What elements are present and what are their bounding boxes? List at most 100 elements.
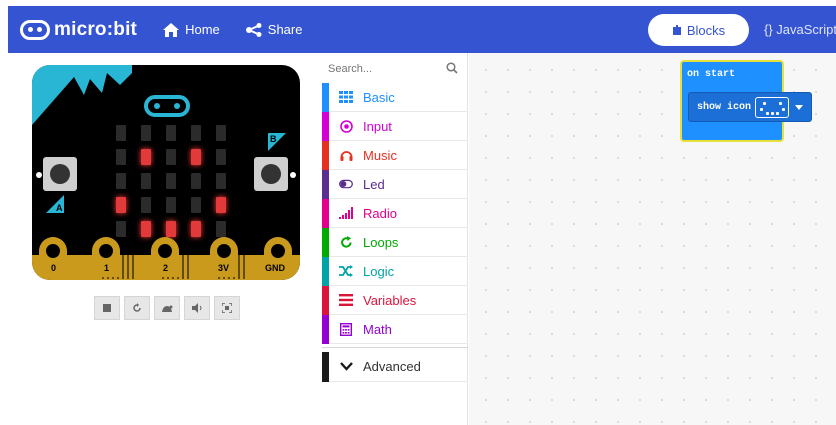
led-pixel xyxy=(191,149,201,165)
on-start-label: on start xyxy=(687,69,736,80)
category-input[interactable]: Input xyxy=(322,112,468,141)
microbit-board: A B 0 1 2 3V GND xyxy=(32,65,300,280)
led-pixel xyxy=(216,173,226,189)
category-label: Input xyxy=(363,119,392,134)
led-pixel xyxy=(166,221,176,237)
button-a[interactable] xyxy=(43,157,77,191)
category-label: Basic xyxy=(363,90,395,105)
led-pixel xyxy=(116,149,126,165)
top-bar: micro:bit Home Share Blocks {} JavaScrip… xyxy=(8,6,836,53)
category-led[interactable]: Led xyxy=(322,170,468,199)
category-label: Loops xyxy=(363,235,399,250)
category-label: Logic xyxy=(363,264,395,279)
category-variables[interactable]: Variables xyxy=(322,286,468,315)
button-a-marker: A xyxy=(46,195,64,213)
slowmo-button[interactable] xyxy=(154,296,180,320)
grid-icon xyxy=(339,90,353,104)
share-icon xyxy=(245,22,262,37)
home-icon xyxy=(163,22,180,37)
led-pixel xyxy=(141,173,151,189)
toggle-icon xyxy=(339,177,353,191)
category-label: Math xyxy=(363,322,392,337)
category-music[interactable]: Music xyxy=(322,141,468,170)
category-color-bar xyxy=(322,170,329,199)
show-icon-block[interactable]: show icon xyxy=(688,92,812,122)
category-color-bar xyxy=(322,315,329,344)
mute-button[interactable] xyxy=(184,296,210,320)
category-basic[interactable]: Basic xyxy=(322,83,468,112)
tab-javascript[interactable]: {} JavaScript xyxy=(764,22,836,37)
fullscreen-icon xyxy=(222,303,232,313)
toolbox: Basic Input Music Led Radio Loops Logic Variabl… xyxy=(322,53,468,425)
category-advanced[interactable]: Advanced xyxy=(322,352,468,382)
led-pixel xyxy=(166,173,176,189)
stop-button[interactable] xyxy=(94,296,120,320)
home-button[interactable]: Home xyxy=(163,22,220,37)
icon-picker[interactable] xyxy=(755,97,789,118)
microbit-simulator: A B 0 1 2 3V GND xyxy=(32,65,300,285)
led-pixel xyxy=(216,221,226,237)
category-color-bar xyxy=(322,83,329,112)
tab-blocks[interactable]: Blocks xyxy=(648,14,749,46)
led-pixel xyxy=(116,221,126,237)
button-a-label: A xyxy=(56,203,63,213)
pin-label: 1 xyxy=(104,263,110,273)
edge-dot xyxy=(290,172,296,178)
pin-label: GND xyxy=(265,263,285,273)
led-pixel xyxy=(166,125,176,141)
calculator-icon xyxy=(339,322,353,336)
makecode-editor: micro:bit Home Share Blocks {} JavaScrip… xyxy=(0,0,836,425)
led-pixel xyxy=(191,197,201,213)
home-label: Home xyxy=(185,22,220,37)
led-pixel xyxy=(216,125,226,141)
advanced-separator xyxy=(322,347,468,348)
category-color-bar xyxy=(322,228,329,257)
restart-button[interactable] xyxy=(124,296,150,320)
category-color-bar xyxy=(322,199,329,228)
led-pixel xyxy=(141,221,151,237)
share-button[interactable]: Share xyxy=(245,22,303,37)
led-pixel xyxy=(191,173,201,189)
button-b-marker: B xyxy=(268,133,286,151)
puzzle-piece-icon xyxy=(672,25,681,35)
edge-dot xyxy=(36,172,42,178)
led-pixel xyxy=(116,197,126,213)
category-color-bar xyxy=(322,352,329,382)
pin-label: 3V xyxy=(218,263,230,273)
led-pixel xyxy=(216,197,226,213)
led-pixel xyxy=(116,125,126,141)
radio-target-icon xyxy=(339,119,353,133)
dropdown-arrow-icon[interactable] xyxy=(795,105,803,110)
button-b[interactable] xyxy=(254,157,288,191)
share-label: Share xyxy=(267,22,303,37)
simulator-toolbar xyxy=(94,296,244,320)
search-icon xyxy=(446,62,458,74)
shuffle-icon xyxy=(339,264,353,278)
toolbox-search xyxy=(322,53,468,83)
fullscreen-button[interactable] xyxy=(214,296,240,320)
search-input[interactable] xyxy=(328,59,443,79)
category-label: Variables xyxy=(363,293,417,308)
category-logic[interactable]: Logic xyxy=(322,257,468,286)
category-loops[interactable]: Loops xyxy=(322,228,468,257)
led-pixel xyxy=(141,149,151,165)
refresh-icon xyxy=(339,235,353,249)
led-pixel xyxy=(141,125,151,141)
pin-label: 0 xyxy=(51,263,57,273)
category-radio[interactable]: Radio xyxy=(322,199,468,228)
led-pixel xyxy=(191,125,201,141)
logo-text: micro:bit xyxy=(54,18,138,40)
category-label: Music xyxy=(363,148,397,163)
microbit-face-icon xyxy=(20,19,50,40)
led-pixel xyxy=(141,197,151,213)
category-color-bar xyxy=(322,286,329,315)
led-pixel xyxy=(216,149,226,165)
signal-bars-icon xyxy=(339,206,353,220)
category-color-bar xyxy=(322,257,329,286)
microbit-logo[interactable]: micro:bit xyxy=(20,19,137,41)
category-math[interactable]: Math xyxy=(322,315,468,344)
category-label: Radio xyxy=(363,206,397,221)
tab-blocks-label: Blocks xyxy=(686,22,726,38)
slowmo-icon xyxy=(162,305,173,312)
led-pixel xyxy=(166,197,176,213)
